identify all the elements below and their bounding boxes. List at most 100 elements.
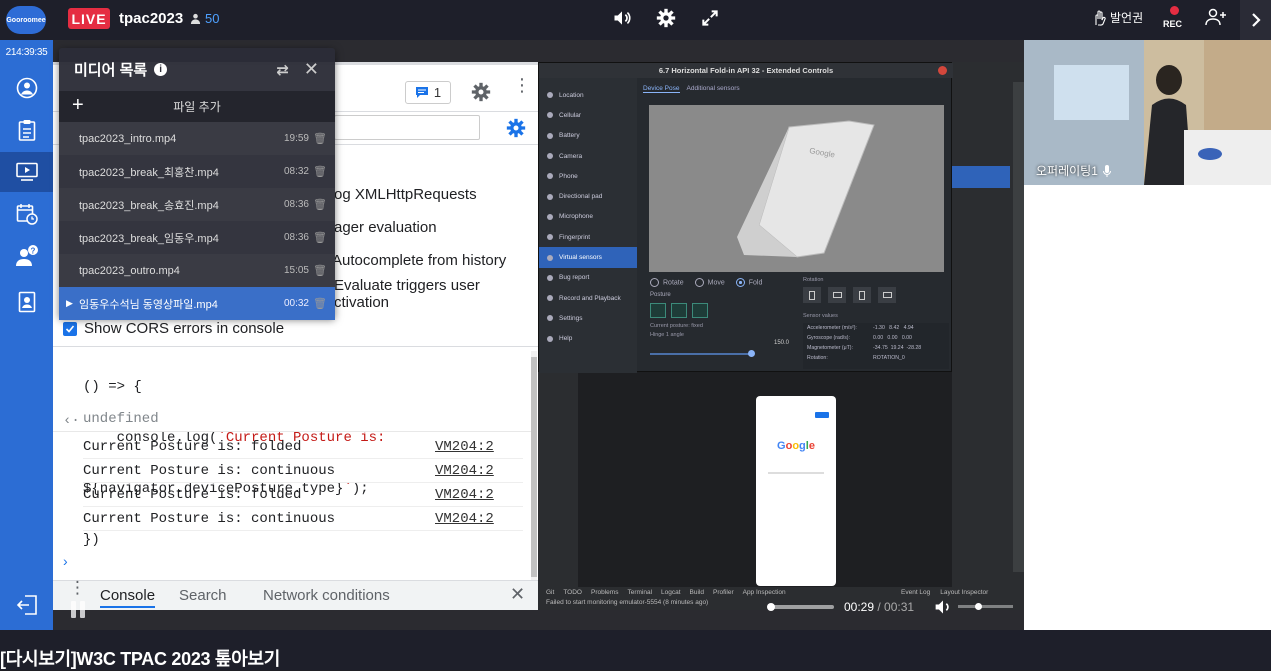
controls-nav-item[interactable]: Record and Playback — [539, 288, 637, 308]
trash-icon[interactable]: 🗑 — [313, 198, 327, 211]
log-source-link[interactable]: VM204:2 — [435, 507, 494, 531]
close-window-icon[interactable] — [938, 66, 947, 75]
posture-open-icon[interactable] — [692, 303, 708, 318]
gear-icon[interactable] — [656, 8, 676, 34]
sidebar-item-schedule[interactable] — [0, 194, 53, 234]
status-tab[interactable]: TODO — [563, 589, 582, 596]
speaker-right-button[interactable]: 발언권 — [1092, 9, 1143, 26]
add-person-icon[interactable] — [1205, 8, 1227, 31]
console-scrollbar[interactable] — [531, 351, 537, 581]
controls-nav-item[interactable]: Fingerprint — [539, 227, 637, 247]
media-item-selected[interactable]: ▶ 임동우수석님 동영상파일.mp4 00:32 🗑 — [59, 287, 335, 320]
sidebar-item-media[interactable] — [0, 152, 53, 192]
controls-nav-item[interactable]: Camera — [539, 146, 637, 166]
controls-nav-item[interactable]: Cellular — [539, 105, 637, 125]
sidebar-item-question[interactable]: ? — [0, 236, 53, 276]
hinge-slider[interactable] — [650, 350, 755, 357]
trash-icon[interactable]: 🗑 — [313, 132, 327, 145]
device-pose-3d-view[interactable]: Google — [649, 105, 944, 272]
player-volume-thumb[interactable] — [975, 603, 982, 610]
hinge-slider-thumb[interactable] — [748, 350, 755, 357]
status-tab[interactable]: Terminal — [627, 589, 652, 596]
rotate-portrait-reverse-icon[interactable] — [853, 287, 871, 303]
tab-network-conditions[interactable]: Network conditions — [263, 587, 390, 604]
tab-device-pose[interactable]: Device Pose — [643, 85, 680, 93]
exit-button[interactable] — [0, 585, 53, 625]
radio-rotate[interactable]: Rotate — [650, 278, 684, 287]
controls-nav-item[interactable]: Help — [539, 329, 637, 349]
tab-search[interactable]: Search — [179, 587, 227, 604]
swap-icon[interactable]: ⇄ — [276, 61, 289, 79]
status-tab[interactable]: Logcat — [661, 589, 681, 596]
log-source-link[interactable]: VM204:2 — [435, 459, 494, 483]
controls-nav-item[interactable]: Location — [539, 85, 637, 105]
issues-badge[interactable]: 1 — [405, 81, 451, 104]
trash-icon[interactable]: 🗑 — [313, 297, 327, 310]
pause-icon[interactable] — [71, 601, 85, 618]
setting-eager-eval[interactable]: ager evaluation — [334, 219, 437, 236]
log-source-link[interactable]: VM204:2 — [435, 435, 494, 459]
controls-nav-item[interactable]: Virtual sensors — [539, 247, 637, 268]
drawer-menu-icon[interactable]: ⋮ — [69, 579, 86, 596]
posture-closed-icon[interactable] — [650, 303, 666, 318]
status-tab[interactable]: Build — [690, 589, 704, 596]
controls-nav-item[interactable]: Settings — [539, 308, 637, 328]
sidebar-item-profile[interactable] — [0, 282, 53, 322]
trash-icon[interactable]: 🗑 — [313, 231, 327, 244]
devtools-settings-icon[interactable] — [471, 82, 491, 107]
console-settings-icon[interactable] — [506, 118, 526, 143]
fullscreen-icon[interactable] — [700, 8, 720, 34]
status-tab[interactable]: Git — [546, 589, 554, 596]
status-tab[interactable]: Event Log — [901, 589, 930, 596]
rotate-portrait-icon[interactable] — [803, 287, 821, 303]
player-volume-icon[interactable] — [933, 598, 953, 621]
kebab-menu-icon[interactable]: ⋮ — [513, 76, 531, 94]
close-icon[interactable]: ✕ — [304, 59, 319, 80]
media-item[interactable]: tpac2023_break_최홍찬.mp4 08:32 🗑 — [59, 155, 335, 188]
volume-icon[interactable] — [612, 8, 632, 34]
controls-nav-item[interactable]: Directional pad — [539, 186, 637, 206]
setting-evaluate-triggers[interactable]: Evaluate triggers user — [334, 277, 480, 294]
controls-nav-item[interactable]: Battery — [539, 126, 637, 146]
seek-bar[interactable] — [771, 605, 834, 609]
cors-setting[interactable]: Show CORS errors in console — [63, 320, 284, 337]
media-item[interactable]: tpac2023_outro.mp4 15:05 🗑 — [59, 254, 335, 287]
player-volume-slider[interactable] — [958, 605, 1013, 608]
viewer-count[interactable]: 50 — [190, 11, 219, 26]
trash-icon[interactable]: 🗑 — [313, 264, 327, 277]
rotate-landscape-icon[interactable] — [828, 287, 846, 303]
sign-in-button[interactable] — [815, 412, 829, 418]
setting-log-xhr[interactable]: og XMLHttpRequests — [334, 186, 477, 203]
add-file-button[interactable]: + 파일 추가 — [59, 91, 335, 122]
seek-thumb[interactable] — [767, 603, 775, 611]
status-tab[interactable]: Profiler — [713, 589, 734, 596]
setting-autocomplete[interactable]: Autocomplete from history — [332, 252, 506, 269]
posture-half-open-icon[interactable] — [671, 303, 687, 318]
rotate-landscape-reverse-icon[interactable] — [878, 287, 896, 303]
radio-fold[interactable]: Fold — [735, 278, 762, 287]
sidebar-item-participants[interactable] — [0, 68, 53, 108]
media-item[interactable]: tpac2023_break_송효진.mp4 08:36 🗑 — [59, 188, 335, 221]
media-item[interactable]: tpac2023_intro.mp4 19:59 🗑 — [59, 122, 335, 155]
tab-additional-sensors[interactable]: Additional sensors — [687, 85, 740, 93]
radio-move[interactable]: Move — [694, 278, 725, 287]
ide-selected-row[interactable] — [952, 166, 1010, 188]
phone-screen[interactable]: Google — [756, 396, 836, 586]
rec-indicator[interactable]: REC — [1163, 6, 1183, 29]
controls-nav-item[interactable]: Bug report — [539, 268, 637, 288]
controls-nav-item[interactable]: Microphone — [539, 207, 637, 227]
log-source-link[interactable]: VM204:2 — [435, 483, 494, 507]
controls-nav-item[interactable]: Phone — [539, 166, 637, 186]
status-tab[interactable]: App Inspection — [743, 589, 786, 596]
trash-icon[interactable]: 🗑 — [313, 165, 327, 178]
info-icon[interactable]: i — [154, 63, 168, 76]
status-tab[interactable]: Problems — [591, 589, 618, 596]
filter-input[interactable] — [334, 115, 480, 140]
cors-checkbox[interactable] — [63, 321, 77, 336]
camera-tile[interactable]: 오퍼레이팅1 — [1024, 40, 1271, 185]
media-item[interactable]: tpac2023_break_임동우.mp4 08:36 🗑 — [59, 221, 335, 254]
prompt-chevron-icon[interactable]: › — [63, 553, 68, 569]
close-drawer-icon[interactable]: ✕ — [510, 584, 525, 605]
status-tab[interactable]: Layout Inspector — [940, 589, 988, 596]
chevron-right-icon[interactable] — [1240, 0, 1271, 40]
